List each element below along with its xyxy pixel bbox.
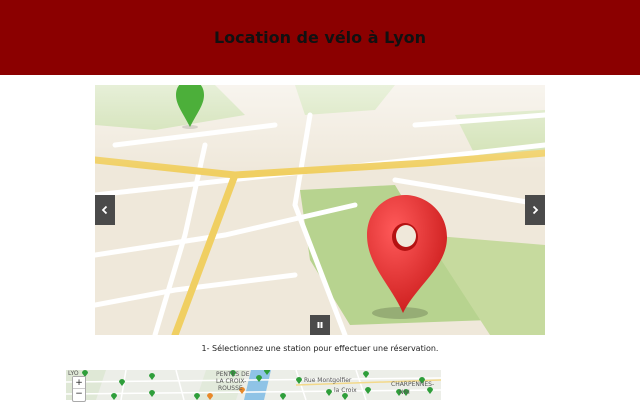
page-title: Location de vélo à Lyon bbox=[213, 28, 427, 47]
stations-map[interactable]: LYO PENTES DE LA CROIX- ROUSSE Rue Montg… bbox=[66, 370, 441, 400]
slider-pause-button[interactable] bbox=[310, 315, 330, 335]
zoom-out-button[interactable]: − bbox=[73, 388, 85, 399]
chevron-left-icon bbox=[101, 205, 108, 215]
zoom-in-button[interactable]: + bbox=[73, 377, 85, 388]
slider-next-button[interactable] bbox=[525, 195, 545, 225]
chevron-right-icon bbox=[532, 205, 539, 215]
map-tiles bbox=[66, 370, 441, 400]
map-label: ROUSSE bbox=[218, 385, 243, 392]
map-label: NNI bbox=[399, 389, 410, 396]
slider-prev-button[interactable] bbox=[95, 195, 115, 225]
map-label: Rue Montgolfier bbox=[304, 377, 352, 384]
map-label: la Croix bbox=[334, 387, 357, 394]
pause-icon bbox=[317, 322, 323, 328]
map-label: CHARPENNES- bbox=[391, 381, 435, 388]
map-zoom-control: + − bbox=[72, 376, 86, 402]
instruction-text: 1- Sélectionnez une station pour effectu… bbox=[201, 344, 439, 353]
site-header: Location de vélo à Lyon bbox=[0, 0, 640, 75]
slider-image-map-pin bbox=[95, 85, 545, 335]
image-slider bbox=[95, 85, 545, 335]
